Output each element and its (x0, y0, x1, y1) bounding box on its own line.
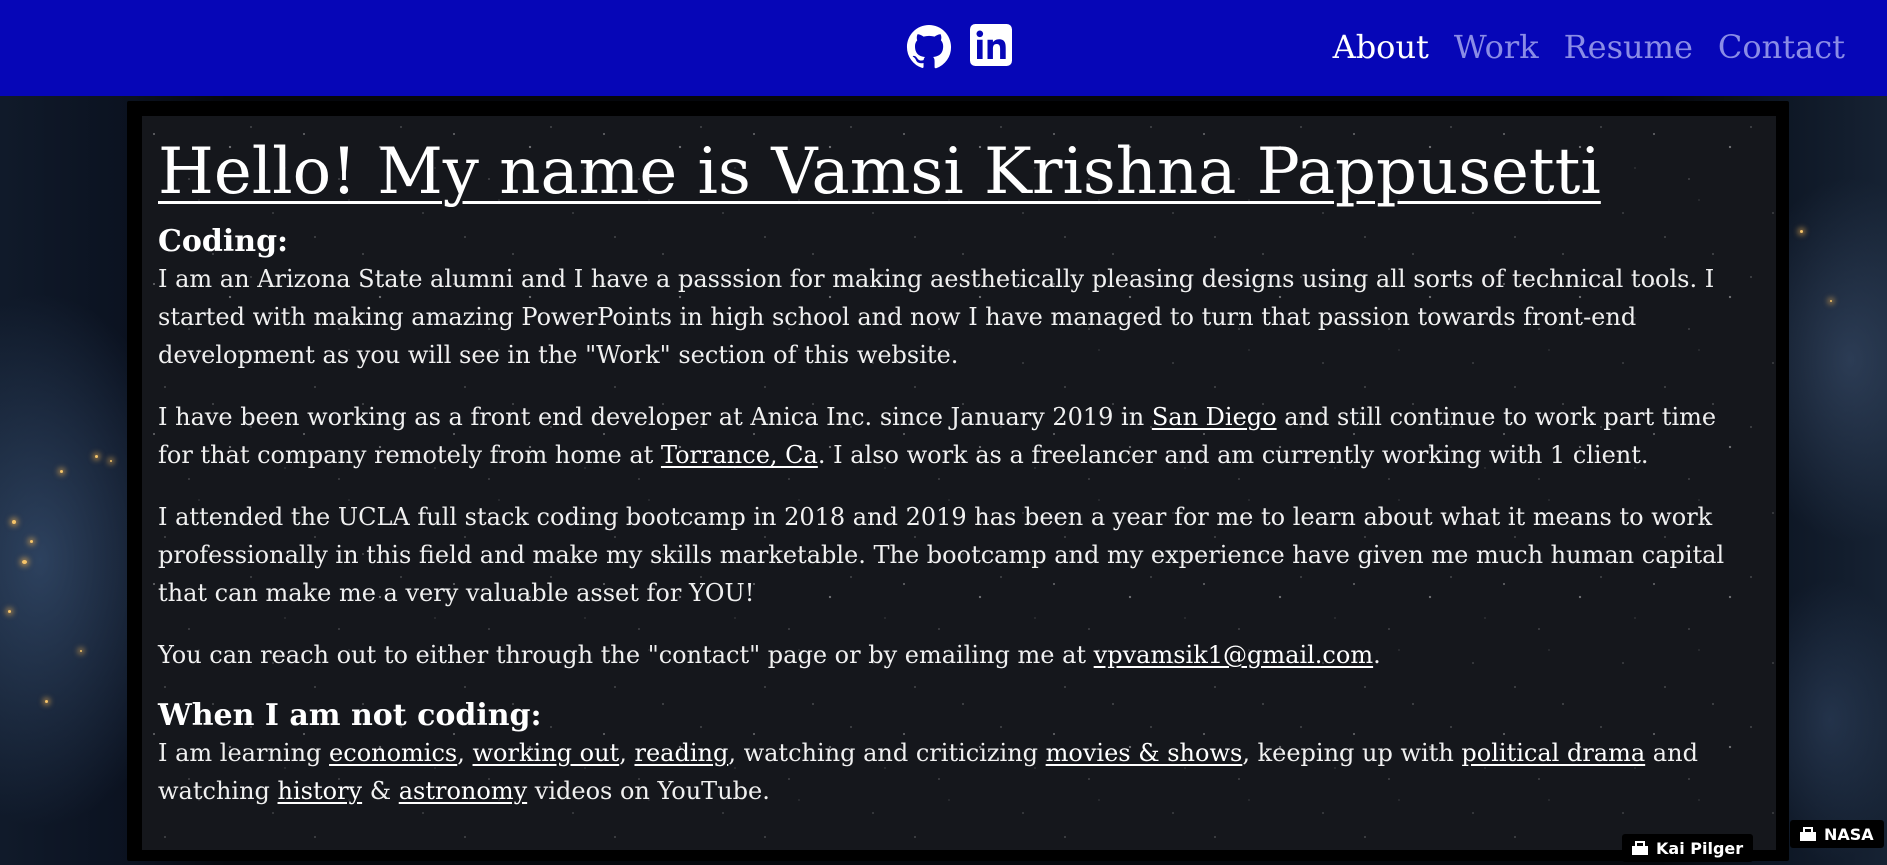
photo-credit-outer[interactable]: NASA (1790, 820, 1884, 848)
coding-paragraph-3: I attended the UCLA full stack coding bo… (158, 503, 1725, 607)
camera-icon (1632, 841, 1648, 855)
nav-contact-link[interactable]: Contact (1718, 28, 1845, 66)
photo-credit-inner[interactable]: Kai Pilger (1622, 834, 1754, 862)
photo-credit-name: Kai Pilger (1656, 838, 1744, 858)
city-light (110, 460, 112, 462)
political-drama-link[interactable]: political drama (1461, 739, 1645, 767)
movies-shows-link[interactable]: movies & shows (1046, 739, 1243, 767)
text-segment: I am learning (158, 739, 330, 767)
city-light (12, 520, 16, 524)
san-diego-link[interactable]: San Diego (1152, 403, 1277, 431)
nav-resume-link[interactable]: Resume (1564, 28, 1693, 66)
torrance-link[interactable]: Torrance, Ca (661, 441, 818, 469)
text-segment: I have been working as a front end devel… (158, 403, 1152, 431)
coding-heading: Coding: (158, 224, 289, 259)
top-navbar: About Work Resume Contact (0, 0, 1887, 96)
photo-credit-name: NASA (1824, 824, 1874, 844)
social-links (906, 24, 1016, 70)
text-segment: videos on YouTube. (527, 777, 770, 805)
text-segment: , (619, 739, 635, 767)
main-nav: About Work Resume Contact (1333, 28, 1845, 66)
email-link[interactable]: vpvamsik1@gmail.com (1094, 641, 1373, 669)
text-segment: , (457, 739, 473, 767)
hobbies-paragraph: I am learning economics, working out, re… (158, 734, 1758, 810)
city-light (1800, 230, 1803, 233)
nav-about-link[interactable]: About (1333, 28, 1429, 66)
text-segment: , watching and criticizing (728, 739, 1046, 767)
linkedin-icon[interactable] (970, 24, 1016, 70)
about-content: Hello! My name is Vamsi Krishna Pappuset… (158, 134, 1758, 810)
city-light (1830, 300, 1832, 302)
history-link[interactable]: history (278, 777, 363, 805)
economics-link[interactable]: economics (329, 739, 457, 767)
reading-link[interactable]: reading (634, 739, 728, 767)
page-title: Hello! My name is Vamsi Krishna Pappuset… (158, 135, 1601, 209)
text-segment: , keeping up with (1242, 739, 1462, 767)
working-out-link[interactable]: working out (473, 739, 620, 767)
text-segment: . I also work as a freelancer and am cur… (817, 441, 1649, 469)
camera-icon (1800, 827, 1816, 841)
nav-work-link[interactable]: Work (1454, 28, 1539, 66)
city-light (22, 560, 27, 564)
city-light (60, 470, 63, 473)
text-segment: You can reach out to either through the … (158, 641, 1094, 669)
city-light (8, 610, 11, 613)
not-coding-heading: When I am not coding: (158, 698, 542, 733)
text-segment: . (1373, 641, 1381, 669)
about-panel: Hello! My name is Vamsi Krishna Pappuset… (142, 116, 1776, 850)
github-icon[interactable] (906, 24, 952, 70)
coding-paragraph-2: I have been working as a front end devel… (158, 398, 1758, 474)
city-light (45, 700, 48, 703)
city-light (30, 540, 33, 543)
astronomy-link[interactable]: astronomy (399, 777, 527, 805)
city-light (95, 455, 98, 458)
text-segment: & (362, 777, 399, 805)
contact-paragraph: You can reach out to either through the … (158, 636, 1758, 674)
city-light (80, 650, 82, 652)
coding-paragraph-1: I am an Arizona State alumni and I have … (158, 265, 1715, 369)
